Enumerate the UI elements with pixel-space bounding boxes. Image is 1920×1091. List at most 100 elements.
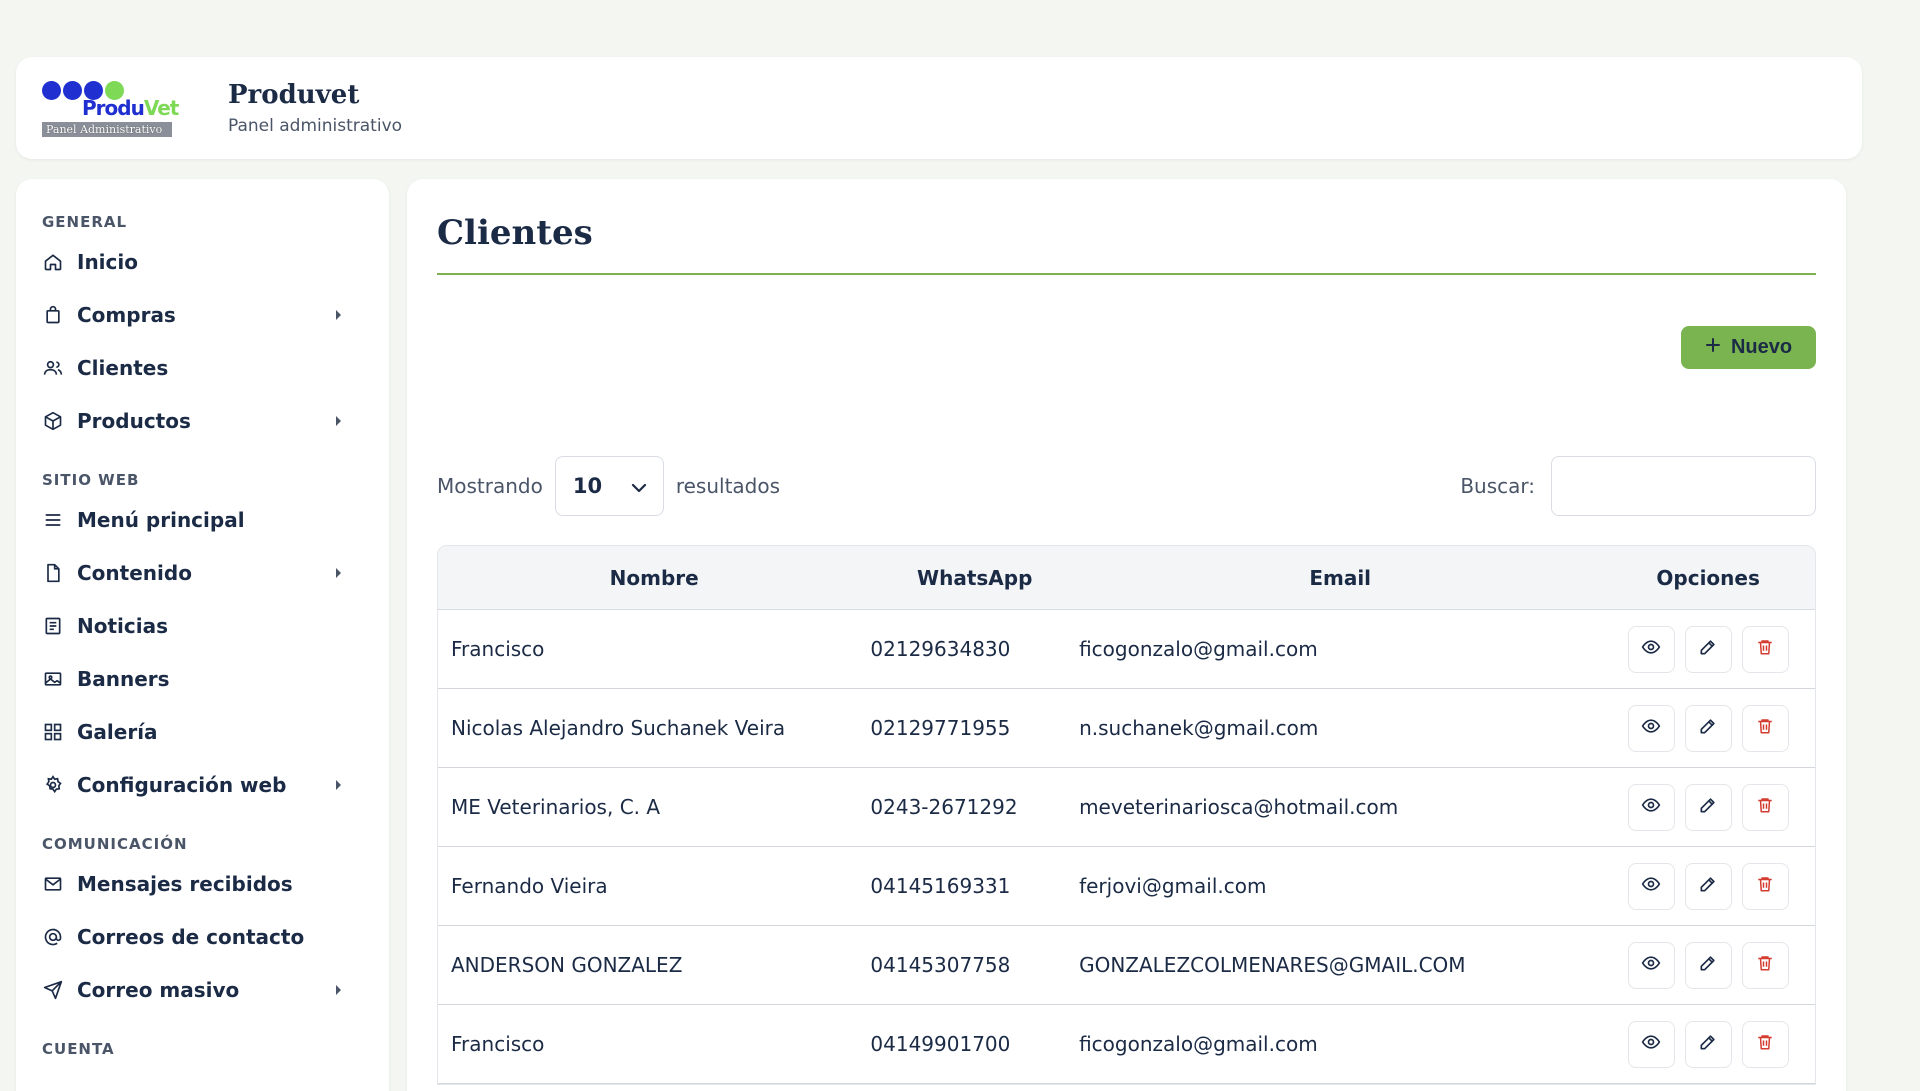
table-header: Nombre WhatsApp Email Opciones [438, 546, 1815, 610]
cell-whatsapp: 04149901700 [870, 1032, 1011, 1056]
main-panel: Clientes Nuevo Mostrando 10 resultados B… [407, 179, 1846, 1091]
sidebar-item-label: Productos [77, 408, 191, 433]
new-client-button[interactable]: Nuevo [1681, 326, 1816, 369]
sidebar-item-men-principal[interactable]: Menú principal [42, 493, 363, 546]
table-row: Francisco 04149901700 ficogonzalo@gmail.co… [438, 1005, 1815, 1084]
delete-button[interactable] [1741, 862, 1789, 910]
search-input[interactable] [1551, 456, 1816, 516]
view-button[interactable] [1627, 704, 1675, 752]
users-icon [42, 357, 64, 379]
eye-icon [1641, 637, 1661, 662]
view-button[interactable] [1627, 1020, 1675, 1068]
cell-nombre: Francisco [451, 637, 545, 661]
table-body: Francisco 02129634830 ficogonzalo@gmail.co… [438, 610, 1815, 1084]
view-button[interactable] [1627, 862, 1675, 910]
send-icon [42, 979, 64, 1001]
cell-email: n.suchanek@gmail.com [1079, 716, 1319, 740]
length-value: 10 [572, 474, 603, 498]
sidebar-item-galer-a[interactable]: Galería [42, 705, 363, 758]
column-header-nombre[interactable]: Nombre [438, 566, 870, 590]
sidebar-item-inicio[interactable]: Inicio [42, 235, 363, 288]
sidebar-item-configuraci-n-web[interactable]: Configuración web [42, 758, 363, 811]
sidebar-item-label: Correo masivo [77, 977, 240, 1002]
edit-button[interactable] [1684, 625, 1732, 673]
delete-button[interactable] [1741, 704, 1789, 752]
sidebar-item-compras[interactable]: Compras [42, 288, 363, 341]
length-select[interactable]: 10 [554, 456, 664, 516]
plus-icon [1705, 336, 1721, 359]
view-button[interactable] [1627, 783, 1675, 831]
view-button[interactable] [1627, 941, 1675, 989]
box-icon [42, 410, 64, 432]
chevron-down-icon [631, 474, 647, 498]
brand-block: Produvet Panel administrativo [228, 80, 402, 136]
eye-icon [1641, 953, 1661, 978]
column-header-email[interactable]: Email [1079, 566, 1601, 590]
sidebar-section-label: COMUNICACIÓN [42, 835, 188, 853]
sidebar-item-label: Noticias [77, 613, 169, 638]
cell-opciones [1601, 783, 1815, 831]
sidebar-item-label: Mensajes recibidos [77, 871, 293, 896]
title-divider [437, 273, 1816, 275]
sidebar-item-banners[interactable]: Banners [42, 652, 363, 705]
delete-button[interactable] [1741, 941, 1789, 989]
sidebar-item-label: Contenido [77, 560, 192, 585]
sidebar-item-correo-masivo[interactable]: Correo masivo [42, 963, 363, 1016]
table-row: ANDERSON GONZALEZ 04145307758 GONZALEZCOLM… [438, 926, 1815, 1005]
edit-button[interactable] [1684, 862, 1732, 910]
sidebar-item-label: Correos de contacto [77, 924, 305, 949]
column-header-whatsapp[interactable]: WhatsApp [870, 566, 1079, 590]
mail-icon [42, 873, 64, 895]
pencil-icon [1698, 795, 1718, 820]
logo-tagline: Panel Administrativo [42, 121, 172, 137]
clients-table: Nombre WhatsApp Email Opciones Francisco… [437, 545, 1816, 1085]
file-icon [42, 562, 64, 584]
trash-icon [1756, 874, 1774, 899]
delete-button[interactable] [1741, 1020, 1789, 1068]
sidebar-item-clientes[interactable]: Clientes [42, 341, 363, 394]
sidebar-item-correos-de-contacto[interactable]: Correos de contacto [42, 910, 363, 963]
pencil-icon [1698, 716, 1718, 741]
brand-title: Produvet [228, 80, 360, 110]
sidebar-item-label: Configuración web [77, 772, 287, 797]
grid-icon [42, 721, 64, 743]
edit-button[interactable] [1684, 1020, 1732, 1068]
cell-email: ficogonzalo@gmail.com [1079, 637, 1318, 661]
delete-button[interactable] [1741, 783, 1789, 831]
trash-icon [1756, 795, 1774, 820]
delete-button[interactable] [1741, 625, 1789, 673]
sidebar-item-noticias[interactable]: Noticias [42, 599, 363, 652]
logo[interactable]: ProduVet Panel Administrativo [42, 73, 192, 143]
pencil-icon [1698, 1032, 1718, 1057]
cell-nombre: ANDERSON GONZALEZ [451, 953, 683, 977]
edit-button[interactable] [1684, 941, 1732, 989]
column-header-opciones: Opciones [1656, 565, 1760, 590]
sidebar-item-mensajes-recibidos[interactable]: Mensajes recibidos [42, 857, 363, 910]
sidebar-item-label: Clientes [77, 355, 169, 380]
cell-opciones [1601, 704, 1815, 752]
cell-email: meveterinariosca@hotmail.com [1079, 795, 1399, 819]
cell-nombre: Nicolas Alejandro Suchanek Veira [451, 716, 786, 740]
gear-icon [42, 774, 64, 796]
trash-icon [1756, 716, 1774, 741]
sidebar-item-label: Inicio [77, 249, 138, 274]
cell-opciones [1601, 1020, 1815, 1068]
edit-button[interactable] [1684, 783, 1732, 831]
table-row: ME Veterinarios, C. A 0243-2671292 meveter… [438, 768, 1815, 847]
cell-opciones [1601, 862, 1815, 910]
eye-icon [1641, 874, 1661, 899]
cell-opciones [1601, 625, 1815, 673]
sidebar-item-productos[interactable]: Productos [42, 394, 363, 447]
edit-button[interactable] [1684, 704, 1732, 752]
page-title: Clientes [437, 213, 593, 253]
sidebar-item-contenido[interactable]: Contenido [42, 546, 363, 599]
view-button[interactable] [1627, 625, 1675, 673]
table-row: Nicolas Alejandro Suchanek Veira 02129771… [438, 689, 1815, 768]
cell-whatsapp: 04145307758 [870, 953, 1011, 977]
table-row: Fernando Vieira 04145169331 ferjovi@gmail.… [438, 847, 1815, 926]
table-row: Francisco 02129634830 ficogonzalo@gmail.co… [438, 610, 1815, 689]
caret-right-icon [336, 984, 341, 995]
cell-whatsapp: 04145169331 [870, 874, 1011, 898]
